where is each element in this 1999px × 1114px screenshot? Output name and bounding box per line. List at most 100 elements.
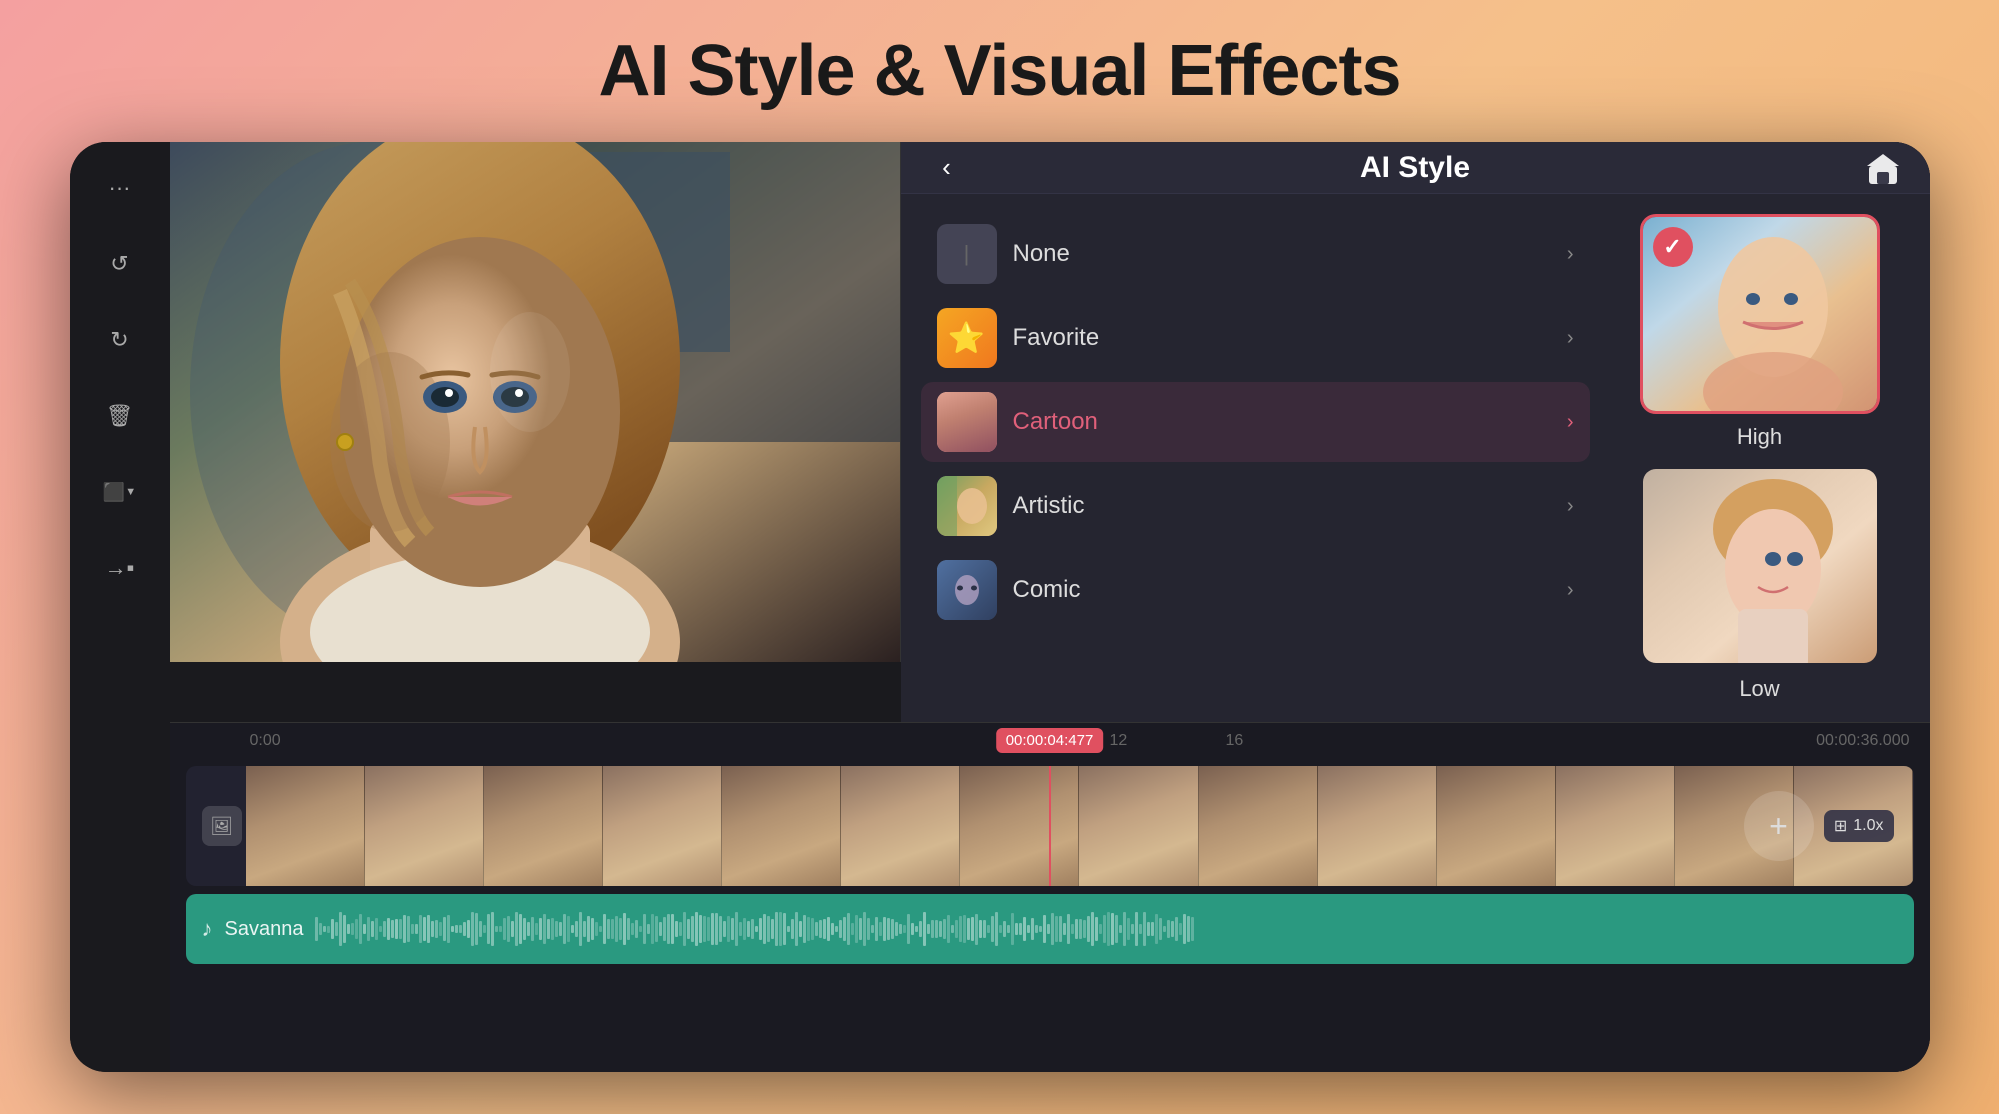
- delete-icon[interactable]: 🗑: [98, 394, 142, 438]
- waveform-bar: [747, 921, 750, 938]
- waveform-bar: [967, 918, 970, 939]
- video-frame: [246, 766, 365, 886]
- waveform-bar: [359, 914, 362, 943]
- more-icon[interactable]: ···: [98, 166, 142, 210]
- waveform-bar: [515, 912, 518, 947]
- style-thumb-cartoon: [937, 392, 997, 452]
- waveform-bar: [751, 919, 754, 939]
- waveform-bar: [535, 923, 538, 935]
- style-item-none[interactable]: | None ›: [921, 214, 1590, 294]
- video-preview-inner: [170, 142, 900, 662]
- waveform-bar: [543, 914, 546, 943]
- waveform-bar: [523, 918, 526, 940]
- waveform-bar: [935, 920, 938, 938]
- waveform-bar: [1023, 917, 1026, 940]
- waveform-bar: [695, 912, 698, 945]
- waveform-bar: [883, 917, 886, 940]
- waveform-bar: [895, 922, 898, 936]
- waveform-bar: [507, 916, 510, 943]
- waveform-bar: [887, 918, 890, 940]
- waveform-bar: [1031, 918, 1034, 939]
- style-item-artistic[interactable]: Artistic ›: [921, 466, 1590, 546]
- waveform-bar: [783, 913, 786, 946]
- quality-thumb-high: ✓: [1640, 214, 1880, 414]
- waveform-bar: [551, 918, 554, 939]
- audio-icon: ♪: [202, 916, 213, 942]
- waveform-bar: [867, 918, 870, 939]
- waveform-bar: [375, 918, 378, 940]
- sidebar: ··· ↺ ↻ 🗑 ⬛▼ →▪: [70, 142, 170, 1072]
- store-button[interactable]: [1861, 146, 1905, 190]
- waveform-bar: [1039, 926, 1042, 931]
- waveform-bar: [975, 914, 978, 945]
- waveform-bar: [851, 923, 854, 935]
- audio-track: ♪ Savanna // Will be generated dynamical…: [186, 894, 1914, 964]
- waveform-bar: [803, 915, 806, 944]
- redo-icon[interactable]: ↻: [98, 318, 142, 362]
- waveform-bar: [691, 916, 694, 941]
- waveform-bar: [343, 915, 346, 943]
- waveform-bar: [739, 922, 742, 935]
- style-item-favorite[interactable]: ⭐ Favorite ›: [921, 298, 1590, 378]
- waveform-bar: [351, 923, 354, 934]
- back-button[interactable]: ‹: [925, 146, 969, 190]
- adjust-icon[interactable]: ⬛▼: [98, 470, 142, 514]
- waveform-bar: [727, 916, 730, 942]
- waveform-bar: [1083, 920, 1086, 937]
- waveform-bar: [979, 920, 982, 939]
- waveform-bar: [419, 915, 422, 944]
- waveform-bar: [323, 926, 326, 931]
- waveform-bar: [723, 921, 726, 936]
- ai-panel-title: AI Style: [1360, 151, 1470, 185]
- waveform-bar: [395, 919, 398, 940]
- undo-icon[interactable]: ↺: [98, 242, 142, 286]
- waveform-bar: [999, 925, 1002, 933]
- waveform-bar: [823, 919, 826, 939]
- waveform-bar: [707, 917, 710, 941]
- waveform-bar: [599, 926, 602, 931]
- chevron-artistic: ›: [1567, 495, 1574, 518]
- waveform-bar: [539, 918, 542, 939]
- waveform-bar: [391, 920, 394, 939]
- waveform-bar: [1051, 913, 1054, 945]
- waveform-bar: [423, 917, 426, 940]
- style-thumb-artistic: [937, 476, 997, 536]
- waveform-bar: [871, 925, 874, 932]
- waveform-bar: [1151, 922, 1154, 935]
- waveform-bar: [647, 924, 650, 934]
- speed-icon: ⊞: [1834, 816, 1847, 836]
- quality-option-high[interactable]: ✓ High: [1610, 214, 1910, 450]
- waveform-bar: [959, 916, 962, 941]
- waveform-bar: [387, 918, 390, 941]
- speed-value: 1.0x: [1853, 817, 1883, 835]
- waveform-bar: [651, 914, 654, 945]
- waveform-bar: [1139, 924, 1142, 934]
- waveform-bar: [455, 925, 458, 933]
- add-clip-button[interactable]: +: [1744, 791, 1814, 861]
- waveform-bar: [659, 922, 662, 936]
- ai-panel-body: | None › ⭐ Favorite ›: [901, 194, 1930, 722]
- style-item-cartoon[interactable]: Cartoon ›: [921, 382, 1590, 462]
- quality-option-low[interactable]: Low: [1610, 466, 1910, 702]
- waveform-bar: [963, 915, 966, 943]
- waveform-bar: [471, 912, 474, 947]
- waveform-bar: [815, 922, 818, 936]
- export-icon[interactable]: →▪: [98, 546, 142, 590]
- waveform-bar: [495, 926, 498, 932]
- waveform-bar: [603, 914, 606, 944]
- waveform-bar: [731, 918, 734, 941]
- video-frame: [603, 766, 722, 886]
- waveform-bar: [863, 912, 866, 946]
- waveform-bar: [811, 918, 814, 939]
- waveform-bar: [631, 923, 634, 935]
- style-label-artistic: Artistic: [1013, 492, 1551, 520]
- current-time-indicator: 00:00:04:477: [996, 728, 1104, 753]
- audio-name: Savanna: [225, 918, 304, 941]
- page-title: AI Style & Visual Effects: [599, 30, 1401, 112]
- waveform-bar: [855, 915, 858, 944]
- video-frame: [722, 766, 841, 886]
- waveform-bar: [1143, 912, 1146, 945]
- style-item-comic[interactable]: Comic ›: [921, 550, 1590, 630]
- style-thumb-none: |: [937, 224, 997, 284]
- waveform-bar: [763, 914, 766, 943]
